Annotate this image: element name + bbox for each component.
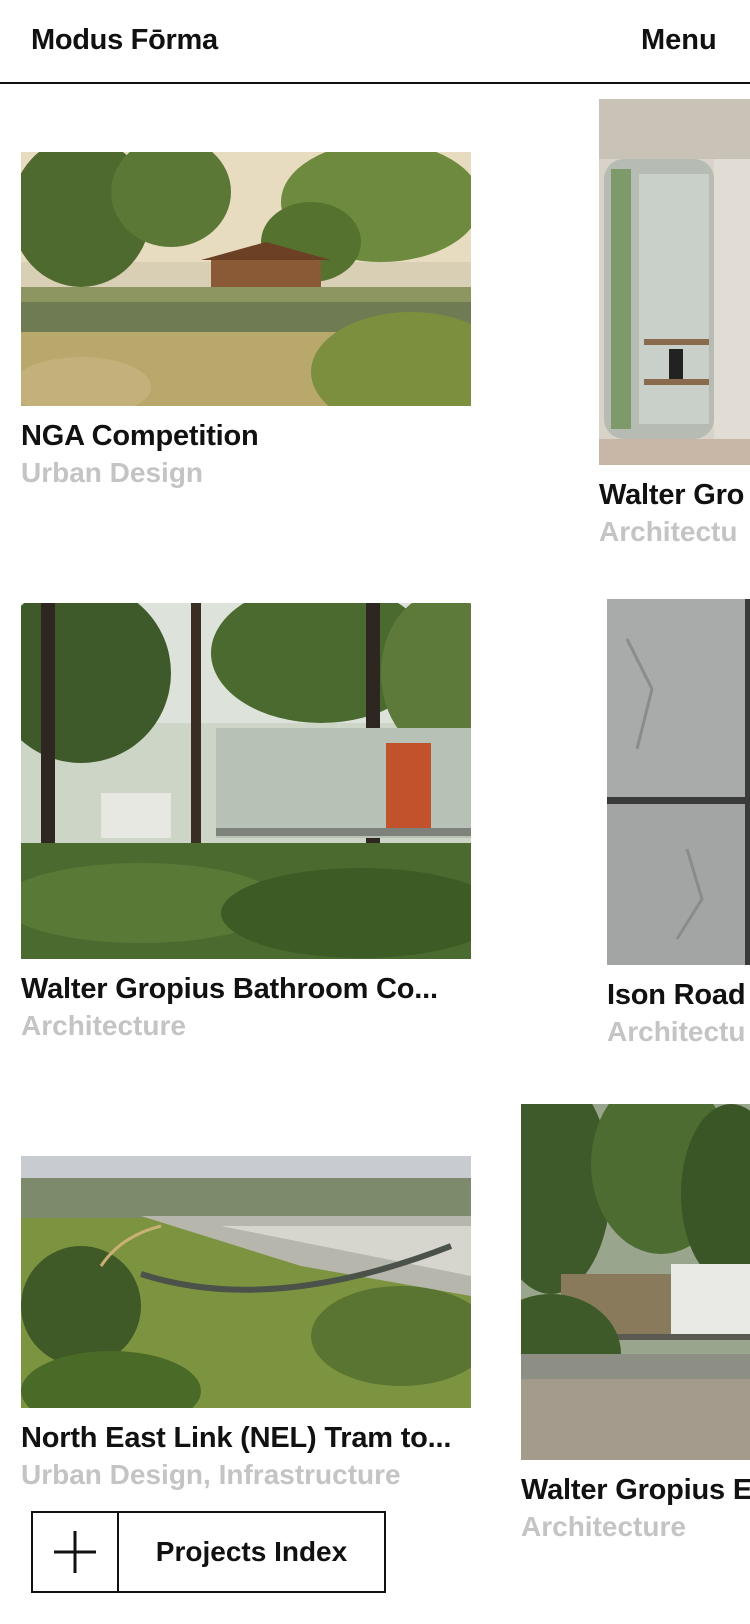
project-title[interactable]: North East Link (NEL) Tram to... (21, 1422, 451, 1455)
project-image[interactable] (21, 603, 471, 959)
project-image[interactable] (599, 99, 750, 465)
site-header: Modus Fōrma Menu (0, 0, 750, 84)
project-card[interactable]: Ison Road Architectu (607, 599, 750, 1049)
plus-icon[interactable] (33, 1513, 119, 1591)
project-title[interactable]: NGA Competition (21, 420, 259, 453)
menu-button[interactable]: Menu (641, 24, 717, 57)
project-image[interactable] (21, 152, 471, 406)
project-card[interactable]: Walter Gro Architectu (599, 99, 750, 549)
project-category: Architecture (521, 1511, 686, 1542)
project-image[interactable] (21, 1156, 471, 1408)
project-card[interactable]: NGA Competition Urban Design (21, 152, 471, 492)
project-card[interactable]: Walter Gropius E Architecture (521, 1104, 750, 1554)
project-title[interactable]: Walter Gropius E (521, 1474, 750, 1507)
project-category: Architectu (607, 1016, 746, 1047)
project-title[interactable]: Walter Gropius Bathroom Co... (21, 973, 438, 1006)
project-category: Architecture (21, 1010, 186, 1041)
project-card[interactable]: Walter Gropius Bathroom Co... Architectu… (21, 603, 481, 1043)
project-category: Architectu (599, 516, 738, 547)
project-image[interactable] (607, 599, 750, 965)
site-logo[interactable]: Modus Fōrma (31, 24, 218, 57)
project-card[interactable]: North East Link (NEL) Tram to... Urban D… (21, 1156, 481, 1496)
projects-index-label[interactable]: Projects Index (119, 1513, 384, 1591)
project-title[interactable]: Walter Gro (599, 479, 744, 512)
project-title[interactable]: Ison Road (607, 979, 746, 1012)
project-category: Urban Design, Infrastructure (21, 1459, 401, 1490)
project-image[interactable] (521, 1104, 750, 1460)
project-category: Urban Design (21, 457, 204, 488)
projects-index-button[interactable]: Projects Index (31, 1511, 386, 1593)
